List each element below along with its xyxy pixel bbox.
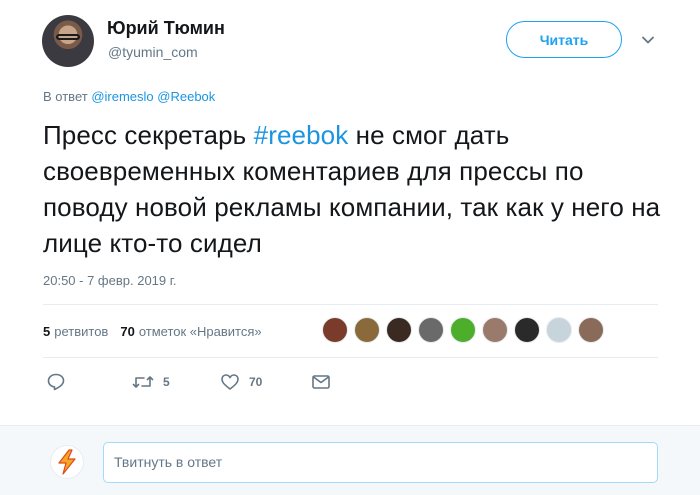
liker-avatar[interactable] <box>514 317 540 343</box>
likes-label: отметок «Нравится» <box>138 323 262 339</box>
direct-message-button[interactable] <box>311 370 331 394</box>
liker-avatar[interactable] <box>322 317 348 343</box>
author-name[interactable]: Юрий Тюмин <box>107 18 225 39</box>
reply-button[interactable] <box>46 370 66 394</box>
author-avatar[interactable] <box>42 15 94 67</box>
liker-avatar[interactable] <box>482 317 508 343</box>
tweet-text-before: Пресс секретарь <box>43 120 254 150</box>
reply-icon <box>47 373 65 391</box>
liker-avatar[interactable] <box>450 317 476 343</box>
liker-avatar[interactable] <box>546 317 572 343</box>
retweets-label: ретвитов <box>54 323 109 339</box>
liker-avatar[interactable] <box>354 317 380 343</box>
likes-stat[interactable]: 70 отметок «Нравится» <box>120 324 261 339</box>
mention-link[interactable]: @Reebok <box>157 89 215 104</box>
liker-avatar[interactable] <box>578 317 604 343</box>
reply-input[interactable]: Твитнуть в ответ <box>103 442 658 483</box>
divider <box>43 304 658 305</box>
tweet-header: Юрий Тюмин @tyumin_com Читать <box>0 0 700 80</box>
author-handle[interactable]: @tyumin_com <box>108 44 198 60</box>
reply-composer: Твитнуть в ответ <box>0 425 700 495</box>
mention-link[interactable]: @iremeslo <box>91 89 153 104</box>
retweets-stat[interactable]: 5 ретвитов <box>43 324 108 339</box>
tweet-timestamp[interactable]: 20:50 - 7 февр. 2019 г. <box>43 273 177 288</box>
likers-list <box>322 317 610 343</box>
heart-icon <box>221 374 239 390</box>
tweet-stats: 5 ретвитов 70 отметок «Нравится» <box>43 316 274 346</box>
like-button[interactable]: 70 <box>220 370 262 394</box>
likes-count: 70 <box>120 323 135 339</box>
liker-avatar[interactable] <box>418 317 444 343</box>
divider <box>43 357 658 358</box>
liker-avatar[interactable] <box>386 317 412 343</box>
envelope-icon <box>312 375 330 389</box>
tweet-text: Пресс секретарь #reebok не смог дать сво… <box>43 117 663 261</box>
reply-context: В ответ @iremeslo @Reebok <box>43 89 215 104</box>
retweet-button[interactable]: 5 <box>132 370 170 394</box>
like-count: 70 <box>249 375 263 389</box>
retweets-count: 5 <box>43 323 51 339</box>
lightning-logo-icon <box>58 449 76 475</box>
reply-prefix: В ответ <box>43 89 88 104</box>
follow-button[interactable]: Читать <box>506 21 622 58</box>
retweet-icon <box>132 376 154 388</box>
current-user-avatar[interactable] <box>50 445 84 479</box>
chevron-down-icon[interactable] <box>641 33 655 47</box>
hashtag-link[interactable]: #reebok <box>254 120 349 150</box>
retweet-count: 5 <box>163 375 170 389</box>
